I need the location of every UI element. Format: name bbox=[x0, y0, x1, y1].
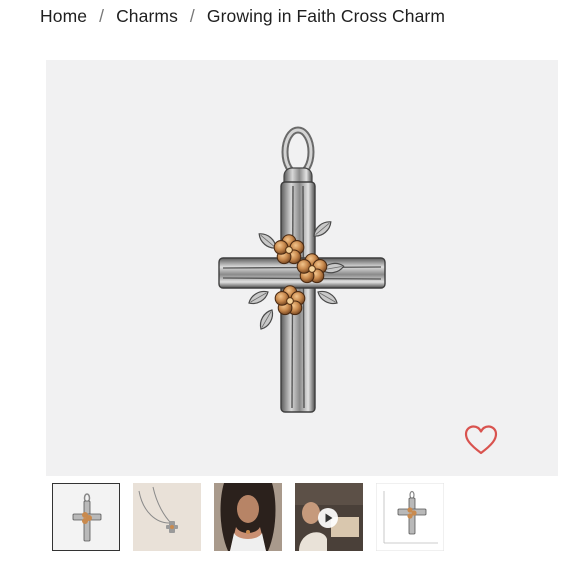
breadcrumb-charms-link[interactable]: Charms bbox=[116, 6, 178, 27]
thumbnail-size-chart[interactable] bbox=[376, 483, 444, 551]
model-thumbnail bbox=[214, 483, 282, 551]
thumbnail-necklace-on-table[interactable] bbox=[133, 483, 201, 551]
breadcrumb: Home / Charms / Growing in Faith Cross C… bbox=[40, 6, 445, 27]
size-chart-thumbnail bbox=[376, 483, 444, 551]
thumbnail-gallery bbox=[52, 483, 444, 551]
breadcrumb-separator: / bbox=[189, 6, 195, 26]
thumbnail-product-image[interactable] bbox=[52, 483, 120, 551]
heart-icon[interactable] bbox=[464, 424, 498, 456]
thumbnail-video[interactable] bbox=[295, 483, 363, 551]
breadcrumb-home-link[interactable]: Home bbox=[40, 6, 87, 27]
cross-charm-image bbox=[218, 126, 386, 413]
breadcrumb-current-page: Growing in Faith Cross Charm bbox=[206, 6, 446, 26]
thumbnail-model-wearing[interactable] bbox=[214, 483, 282, 551]
product-main-image[interactable] bbox=[46, 60, 558, 476]
play-icon[interactable] bbox=[317, 507, 339, 529]
breadcrumb-separator: / bbox=[99, 6, 105, 26]
necklace-thumbnail bbox=[133, 483, 201, 551]
cross-charm-thumbnail bbox=[53, 484, 119, 550]
